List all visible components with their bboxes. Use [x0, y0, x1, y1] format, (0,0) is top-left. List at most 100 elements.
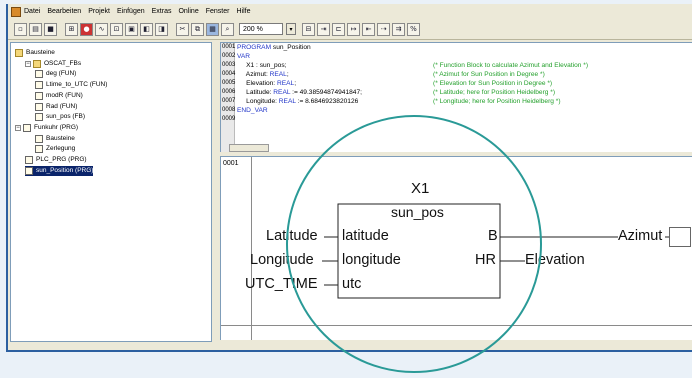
tree-expander-icon[interactable]: − — [15, 124, 21, 131]
tree-item[interactable]: − OSCAT_FBs — [25, 59, 81, 69]
code-line[interactable]: END_VAR — [237, 106, 362, 115]
network-number: 0001 — [223, 160, 239, 167]
step-icon[interactable]: ⊡ — [110, 22, 123, 36]
paste-icon[interactable]: ▦ — [206, 22, 219, 36]
tree-item[interactable]: modR (FUN) — [35, 91, 83, 101]
code-text: ; — [294, 80, 297, 87]
pin-utc: utc — [342, 276, 362, 292]
code-comment: (* Longitude; here for Position Heidelbe… — [433, 98, 561, 105]
code-text: := 49.38594874941847; — [290, 89, 362, 96]
menu-extras[interactable]: Extras — [152, 8, 172, 15]
line-number-gutter: 0001 0002 0003 0004 0005 0006 0007 0008 0009 — [221, 43, 235, 152]
chevron-down-icon[interactable]: ▾ — [286, 23, 296, 35]
code-line[interactable]: Longitude: REAL := 8.6846923820126 (* Lon… — [237, 97, 560, 106]
horizontal-scrollbar[interactable] — [229, 144, 269, 152]
input-var-utc-time[interactable]: UTC_TIME — [245, 276, 318, 292]
code-text: Azimut: — [237, 71, 270, 78]
insert-box-icon[interactable]: ⊟ — [302, 22, 315, 36]
menu-einfuegen[interactable]: Einfügen — [117, 8, 145, 15]
declaration-editor[interactable]: 0001 0002 0003 0004 0005 0006 0007 0008 0009 PRO… — [220, 42, 692, 152]
code-line[interactable]: VAR — [237, 52, 362, 61]
output-var-azimut[interactable]: Azimut — [618, 228, 662, 244]
code-text: Latitude: — [237, 89, 274, 96]
output-var-elevation[interactable]: Elevation — [525, 252, 585, 268]
tree-item[interactable]: Bausteine — [15, 48, 55, 58]
login-icon[interactable]: ⊞ — [65, 22, 78, 36]
input-var-longitude[interactable]: Longitude — [250, 252, 314, 268]
breakpoint-icon[interactable]: ▣ — [125, 22, 138, 36]
menu-hilfe[interactable]: Hilfe — [236, 8, 250, 15]
tree-item[interactable]: PLC_PRG (PRG) — [25, 155, 87, 165]
insert-output-icon[interactable]: ⊏ — [332, 22, 345, 36]
line-number: 0004 — [222, 71, 236, 77]
tree-item[interactable]: deg (FUN) — [35, 69, 76, 79]
tree-item-label: modR (FUN) — [46, 91, 83, 99]
pin-latitude: latitude — [342, 228, 389, 244]
pou-icon — [25, 166, 33, 175]
menu-projekt[interactable]: Projekt — [88, 8, 110, 15]
new-file-icon[interactable]: ▫ — [14, 22, 27, 36]
instance-name[interactable]: X1 — [411, 180, 429, 197]
insert-jump-icon[interactable]: ↦ — [347, 22, 360, 36]
line-number: 0007 — [222, 98, 236, 104]
code-line[interactable]: Azimut: REAL; (* Azimut for Sun Position … — [237, 70, 545, 79]
tree-item[interactable]: Bausteine — [35, 134, 75, 144]
tree-item[interactable]: sun_pos (FB) — [35, 112, 85, 122]
code-line[interactable]: Elevation: REAL; (* Elevation for Sun Pos… — [237, 79, 552, 88]
code-text: Elevation: — [237, 80, 277, 87]
code-comment: (* Elevation for Sun Position in Degree … — [433, 80, 553, 87]
network-divider — [221, 325, 692, 326]
compile-icon[interactable]: ◧ — [140, 22, 153, 36]
folder-icon — [33, 59, 41, 68]
menu-datei[interactable]: Datei — [24, 8, 40, 15]
code-text: ; — [286, 71, 289, 78]
project-tree[interactable]: Bausteine − OSCAT_FBs deg (FUN) Ltime_to_UTC… — [10, 42, 212, 342]
pou-icon — [35, 113, 43, 122]
code-line[interactable] — [237, 115, 362, 124]
line-number: 0008 — [222, 107, 236, 113]
keyword: END_VAR — [237, 107, 268, 114]
menu-online[interactable]: Online — [178, 8, 198, 15]
stop-icon[interactable]: ∿ — [95, 22, 108, 36]
line-number: 0005 — [222, 80, 236, 86]
save-icon[interactable]: ■ — [44, 22, 57, 36]
find-icon[interactable]: ⌕ — [221, 22, 234, 36]
insert-return-icon[interactable]: ⇤ — [362, 22, 375, 36]
tree-item[interactable]: Zerlegung — [35, 144, 75, 154]
tree-item[interactable]: sun_Position (PRG) — [25, 165, 94, 176]
tree-item[interactable]: − Funkuhr (PRG) — [15, 123, 78, 133]
code-line[interactable]: X1 : sun_pos; (* Function Block to calcul… — [237, 61, 588, 70]
insert-input-icon[interactable]: ⇥ — [317, 22, 330, 36]
code-line[interactable]: PROGRAM sun_Position — [237, 43, 362, 52]
menu-fenster[interactable]: Fenster — [206, 8, 230, 15]
tree-item-label: Funkuhr (PRG) — [34, 123, 79, 131]
pou-icon — [25, 156, 33, 164]
input-var-latitude[interactable]: Latitude — [266, 228, 318, 244]
tree-expander-icon[interactable]: − — [25, 60, 31, 67]
insert-comment-icon[interactable]: ⇉ — [392, 22, 405, 36]
cfc-diagram-editor[interactable]: 0001 — [220, 156, 692, 340]
declaration-code[interactable]: PROGRAM sun_Position VAR X1 : sun_pos; (* … — [237, 43, 588, 124]
tree-item[interactable]: Ltime_to_UTC (FUN) — [35, 80, 107, 90]
build-icon[interactable]: ◨ — [155, 22, 168, 36]
negate-icon[interactable]: % — [407, 22, 420, 36]
insert-label-icon[interactable]: ⇢ — [377, 22, 390, 36]
tree-item[interactable]: Rad (FUN) — [35, 102, 77, 112]
pin-longitude: longitude — [342, 252, 401, 268]
code-comment: (* Function Block to calculate Azimut an… — [433, 62, 589, 69]
open-file-icon[interactable]: ▤ — [29, 22, 42, 36]
run-icon[interactable]: ● — [80, 22, 93, 36]
code-line[interactable]: Latitude: REAL := 49.38594874941847; (* L… — [237, 88, 555, 97]
pou-icon — [35, 102, 43, 111]
type-keyword: REAL — [276, 80, 295, 87]
network-gutter: 0001 — [221, 157, 252, 340]
menu-bearbeiten[interactable]: Bearbeiten — [47, 8, 81, 15]
tree-item-label: PLC_PRG (PRG) — [36, 156, 87, 163]
tree-item-label: Zerlegung — [46, 145, 76, 153]
output-value-box[interactable] — [669, 227, 691, 247]
cut-icon[interactable]: ✂ — [176, 22, 189, 36]
pou-icon — [35, 91, 43, 100]
copy-icon[interactable]: ⧉ — [191, 22, 204, 36]
zoom-select[interactable]: 200 % — [239, 23, 283, 35]
line-number: 0001 — [222, 44, 236, 50]
